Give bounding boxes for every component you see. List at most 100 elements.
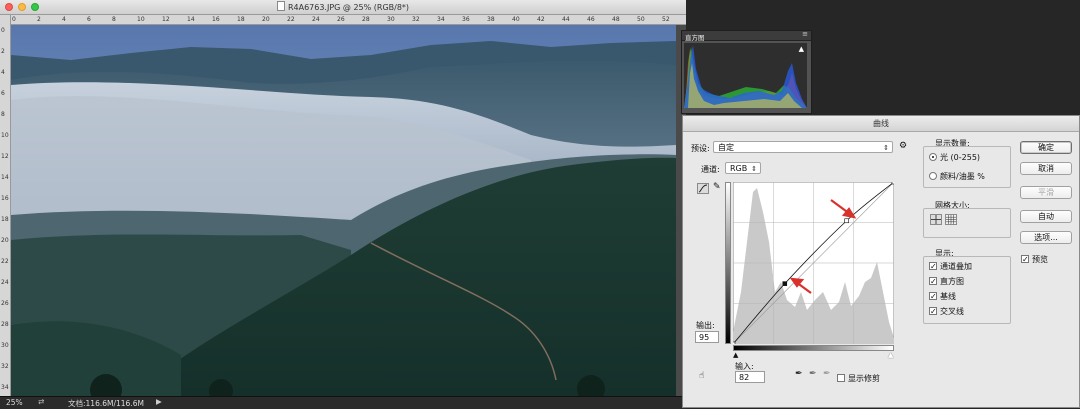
show-option-intersection[interactable]: 交叉线	[929, 306, 964, 317]
ruler-tick-label: 10	[137, 16, 145, 23]
show-item-label: 交叉线	[940, 307, 964, 316]
status-menu-arrow[interactable]: ▶	[156, 397, 162, 406]
pigment-radio[interactable]	[929, 172, 937, 180]
curve-control-point[interactable]	[844, 218, 849, 224]
ruler-tick-label: 16	[1, 195, 9, 202]
light-option[interactable]: 光 (0-255)	[929, 152, 980, 163]
ruler-tick-label: 6	[1, 90, 5, 97]
ruler-tick-label: 0	[12, 16, 16, 23]
preview-option[interactable]: 预览	[1021, 254, 1048, 265]
output-gradient-bar	[725, 182, 731, 344]
gray-eyedropper-icon[interactable]: ✒	[809, 369, 817, 379]
ruler-tick-label: 44	[562, 16, 570, 23]
curves-title: 曲线	[683, 116, 1079, 132]
show-option-channel-overlays[interactable]: 通道叠加	[929, 261, 972, 272]
show-option-histogram[interactable]: 直方图	[929, 276, 964, 287]
channel-select[interactable]: RGB ⇕	[725, 162, 761, 174]
ruler-tick-label: 4	[62, 16, 66, 23]
ruler-tick-label: 28	[1, 321, 9, 328]
document-window: R4A6763.JPG @ 25% (RGB/8*) 0 2 4 6 8 10 12 14 16…	[0, 0, 686, 409]
histogram-graph: ▲	[684, 43, 807, 108]
pigment-option[interactable]: 颜料/油墨 %	[929, 171, 985, 182]
zoom-level[interactable]: 25%	[6, 398, 23, 407]
output-field[interactable]: 95	[695, 331, 719, 343]
vertical-ruler[interactable]: 0 2 4 6 8 10 12 14 16 18 20 22 24 26 28 30 32 34	[0, 15, 11, 396]
ruler-tick-label: 34	[437, 16, 445, 23]
ruler-tick-label: 2	[1, 48, 5, 55]
grid-simple-icon[interactable]	[930, 214, 942, 225]
white-eyedropper-icon[interactable]: ✒	[823, 369, 831, 379]
ruler-tick-label: 6	[87, 16, 91, 23]
ruler-tick-label: 30	[1, 342, 9, 349]
ruler-tick-label: 4	[1, 69, 5, 76]
warning-icon[interactable]: ▲	[799, 45, 804, 53]
white-point-slider[interactable]: ▲	[888, 351, 893, 359]
black-eyedropper-icon[interactable]: ✒	[795, 369, 803, 379]
ruler-tick-label: 20	[262, 16, 270, 23]
ruler-tick-label: 2	[37, 16, 41, 23]
histogram-checkbox[interactable]	[929, 277, 937, 285]
curve-edit-tool-icon[interactable]	[697, 183, 709, 194]
curve-svg	[730, 179, 897, 347]
input-field[interactable]: 82	[735, 371, 765, 383]
grid-detailed-icon[interactable]	[945, 214, 957, 225]
show-clipping-checkbox[interactable]	[837, 374, 845, 382]
target-adjust-icon[interactable]: ☝	[699, 371, 704, 381]
smooth-button[interactable]: 平滑	[1020, 186, 1072, 199]
channel-value: RGB	[730, 164, 748, 173]
channel-overlays-checkbox[interactable]	[929, 262, 937, 270]
curve-control-point[interactable]	[891, 179, 897, 185]
auto-button[interactable]: 自动	[1020, 210, 1072, 223]
ok-button[interactable]: 确定	[1020, 141, 1072, 154]
ruler-tick-label: 24	[1, 279, 9, 286]
options-button[interactable]: 选项...	[1020, 231, 1072, 244]
ruler-tick-label: 0	[1, 27, 5, 34]
show-item-label: 直方图	[940, 277, 964, 286]
show-item-label: 通道叠加	[940, 262, 972, 271]
ruler-tick-label: 50	[637, 16, 645, 23]
show-option-baseline[interactable]: 基线	[929, 291, 956, 302]
gear-icon[interactable]: ⚙	[899, 141, 907, 151]
chevron-updown-icon: ⇕	[883, 144, 889, 152]
intersection-checkbox[interactable]	[929, 307, 937, 315]
ruler-tick-label: 34	[1, 384, 9, 391]
document-titlebar: R4A6763.JPG @ 25% (RGB/8*)	[0, 0, 686, 15]
baseline-checkbox[interactable]	[929, 292, 937, 300]
ruler-tick-label: 28	[362, 16, 370, 23]
cancel-button[interactable]: 取消	[1020, 162, 1072, 175]
document-canvas[interactable]	[11, 25, 676, 396]
curve-graph[interactable]	[730, 179, 897, 347]
curves-dialog: 曲线 预设: 自定 ⇕ ⚙ 通道: RGB ⇕ ✎ ▲ ▲ 输出: 95 输入:…	[682, 115, 1080, 408]
document-size: 文档:116.6M/116.6M	[68, 399, 144, 408]
ruler-tick-label: 26	[337, 16, 345, 23]
curve-control-point[interactable]	[730, 341, 736, 347]
horizontal-ruler[interactable]: 0 2 4 6 8 10 12 14 16 18 20 22 24 26 28 30 32 34 36 38 40 42 4…	[10, 15, 686, 25]
share-icon[interactable]: ⇄	[38, 397, 44, 406]
show-clipping-option[interactable]: 显示修剪	[837, 373, 880, 384]
ruler-tick-label: 8	[112, 16, 116, 23]
pigment-label: 颜料/油墨 %	[940, 172, 985, 181]
ruler-tick-label: 52	[662, 16, 670, 23]
preset-select[interactable]: 自定 ⇕	[713, 141, 893, 153]
ruler-tick-label: 22	[1, 258, 9, 265]
histogram-header: 直方图 ≡	[682, 30, 811, 42]
file-icon	[276, 1, 285, 11]
curve-control-point[interactable]	[782, 281, 788, 286]
ruler-tick-label: 38	[487, 16, 495, 23]
ruler-tick-label: 42	[537, 16, 545, 23]
black-point-slider[interactable]: ▲	[733, 351, 738, 359]
landscape-photo	[11, 25, 676, 396]
pencil-icon[interactable]: ✎	[713, 182, 721, 192]
ruler-tick-label: 40	[512, 16, 520, 23]
ruler-tick-label: 48	[612, 16, 620, 23]
ruler-tick-label: 32	[412, 16, 420, 23]
ruler-tick-label: 46	[587, 16, 595, 23]
histogram-tab[interactable]: 直方图	[685, 32, 705, 42]
ruler-tick-label: 14	[187, 16, 195, 23]
panel-menu-icon[interactable]: ≡	[802, 30, 808, 38]
preview-checkbox[interactable]	[1021, 255, 1029, 263]
light-radio[interactable]	[929, 153, 937, 161]
show-item-label: 基线	[940, 292, 956, 301]
preset-value: 自定	[718, 143, 734, 152]
document-title-wrap: R4A6763.JPG @ 25% (RGB/8*)	[0, 1, 686, 12]
